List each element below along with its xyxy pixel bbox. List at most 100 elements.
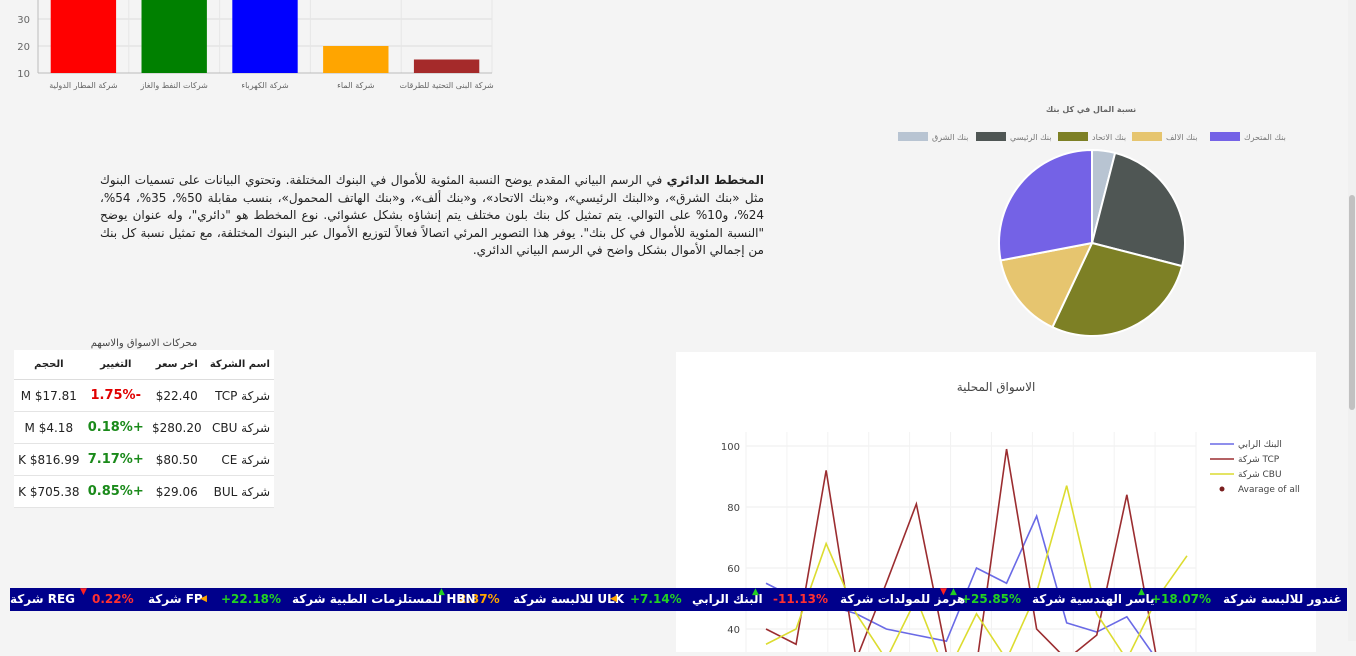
markets-table: اسم الشركة اخر سعر التغيير الحجم شركة TC…: [14, 350, 274, 508]
table-header-row: اسم الشركة اخر سعر التغيير الحجم: [14, 350, 274, 380]
ticker-item: +7.14%: [630, 588, 682, 611]
price: $29.06: [147, 475, 206, 508]
left-triangle-icon: ◀: [610, 594, 617, 604]
pie-slice: [998, 148, 1093, 262]
bar-chart: 30 20 10 شركة المطار الدولية شركات النفط وال…: [17, 0, 494, 90]
legend-label: بنك الشرق: [932, 133, 968, 142]
price: $22.40: [147, 379, 206, 412]
y-tick-label: 60: [727, 564, 740, 575]
header-company: اسم الشركة: [205, 350, 274, 380]
pie-title: نسبة المال في كل بنك: [1046, 105, 1136, 114]
ticker-value: +25.85%: [961, 592, 1022, 606]
legend-label: شركة TCP: [1238, 455, 1280, 465]
ticker-item: ياسر الهندسية شركة: [1032, 588, 1155, 611]
ticker-label: شركة REG: [10, 592, 75, 606]
ticker-label: للالبسة شركة ULK: [513, 592, 625, 606]
pie-chart: نسبة المال في كل بنك بنك الشرق بنك الرئيسي…: [898, 105, 1286, 337]
ticker-value: 0.22%: [92, 592, 134, 606]
table-row: شركة BUL $29.06 +0.85% $705.38 K: [14, 475, 274, 508]
change: -1.75%: [83, 379, 148, 412]
scrollbar-thumb[interactable]: [1349, 195, 1355, 410]
change: +7.17%: [83, 443, 148, 476]
ticker-label: للمستلزمات الطبية شركة HBN: [292, 592, 476, 606]
legend-label: بنك الاتحاد: [1092, 133, 1126, 142]
y-tick-label: 100: [721, 442, 740, 453]
ticker-item: شركة REG: [10, 588, 75, 611]
legend-swatch: [1132, 132, 1162, 141]
bar: [141, 0, 207, 73]
price: $80.50: [147, 443, 206, 476]
ticker-item: للالبسة شركة ULK: [513, 588, 624, 611]
ticker-item: 0.22%: [92, 588, 134, 611]
change: +0.85%: [83, 475, 148, 508]
bar: [413, 59, 480, 73]
ticker-label: غندور للالبسة شركة: [1223, 592, 1342, 606]
x-tick-label: شركة البنى التحتية للطرقات: [399, 81, 494, 90]
up-arrow-icon: ▲: [752, 588, 759, 597]
table-row: شركة CE $80.50 +7.17% $816.99 K: [14, 443, 274, 476]
legend-label: شركة CBU: [1238, 470, 1282, 480]
volume: $4.18 M: [14, 411, 84, 444]
bar: [50, 0, 117, 73]
ticker-item: +22.18%: [221, 588, 281, 611]
y-tick-label: 30: [17, 15, 30, 26]
table-row: شركة TCP $22.40 -1.75% $17.81 M: [14, 379, 274, 412]
down-arrow-icon: ▼: [80, 588, 87, 597]
y-tick-label: 10: [17, 69, 30, 80]
legend-swatch: [1210, 132, 1240, 141]
ticker-item: غندور للالبسة شركة: [1223, 588, 1342, 611]
volume: $816.99 K: [14, 443, 84, 476]
legend-swatch: [898, 132, 928, 141]
header-price: اخر سعر: [147, 350, 206, 380]
description-body: في الرسم البياني المقدم يوضح النسبة المئ…: [100, 173, 765, 257]
company-name: شركة BUL: [205, 475, 274, 508]
y-tick-label: 40: [727, 625, 740, 636]
x-tick-label: شركة الكهرباء: [241, 81, 289, 90]
x-tick-label: شركات النفط والغاز: [140, 81, 209, 90]
company-name: شركة CE: [205, 443, 274, 476]
ticker-label: ياسر الهندسية شركة: [1032, 592, 1155, 606]
legend-label: بنك الالف: [1166, 133, 1197, 142]
header-volume: الحجم: [14, 350, 84, 380]
bar: [232, 0, 298, 73]
series-line: [765, 513, 1156, 656]
bar: [323, 46, 389, 73]
legend-swatch: [976, 132, 1006, 141]
table-row: شركة CBU $280.20 +0.18% $4.18 M: [14, 411, 274, 444]
ticker-item: -11.13%: [773, 588, 828, 611]
company-name: شركة TCP: [205, 379, 274, 412]
legend-marker: [1219, 486, 1225, 492]
company-name: شركة CBU: [205, 411, 274, 444]
stock-ticker: غندور للالبسة شركة +18.07% ▲ ياسر الهندس…: [10, 588, 1347, 611]
ticker-item: شركة FP: [148, 588, 203, 611]
ticker-value: +22.18%: [221, 592, 282, 606]
x-tick-label: شركة الماء: [337, 81, 375, 90]
ticker-label: شركة FP: [148, 592, 203, 606]
line-chart-title: الاسواق المحلية: [957, 380, 1036, 395]
y-tick-label: 20: [17, 42, 30, 53]
ticker-item: +25.85%: [961, 588, 1021, 611]
legend-swatch: [1058, 132, 1088, 141]
price: $280.20: [147, 411, 206, 444]
chart-description: المخطط الدائري في الرسم البياني المقدم ي…: [100, 172, 764, 260]
change: +0.18%: [83, 411, 148, 444]
y-tick-label: 80: [727, 503, 740, 514]
ticker-item: +18.07%: [1151, 588, 1211, 611]
volume: $17.81 M: [14, 379, 84, 412]
header-change: التغيير: [83, 350, 148, 380]
legend-label: Avarage of all: [1238, 485, 1300, 495]
description-lead: المخطط الدائري: [666, 173, 764, 187]
x-tick-label: شركة المطار الدولية: [49, 81, 118, 90]
down-arrow-icon: ▼: [940, 588, 947, 597]
ticker-item: للمستلزمات الطبية شركة HBN: [292, 588, 476, 611]
legend-label: بنك الرئيسي: [1010, 133, 1051, 142]
legend-label: بنك المتحرك: [1244, 133, 1286, 142]
up-arrow-icon: ▲: [438, 588, 445, 597]
ticker-value: +18.07%: [1151, 592, 1212, 606]
ticker-value: -11.13%: [773, 592, 828, 606]
left-triangle-icon: ◀: [200, 594, 207, 604]
volume: $705.38 K: [14, 475, 84, 508]
table-caption: محركات الاسواق والاسهم: [90, 338, 198, 349]
legend-label: البنك الرابي: [1238, 440, 1282, 450]
ticker-value: +7.14%: [630, 592, 682, 606]
